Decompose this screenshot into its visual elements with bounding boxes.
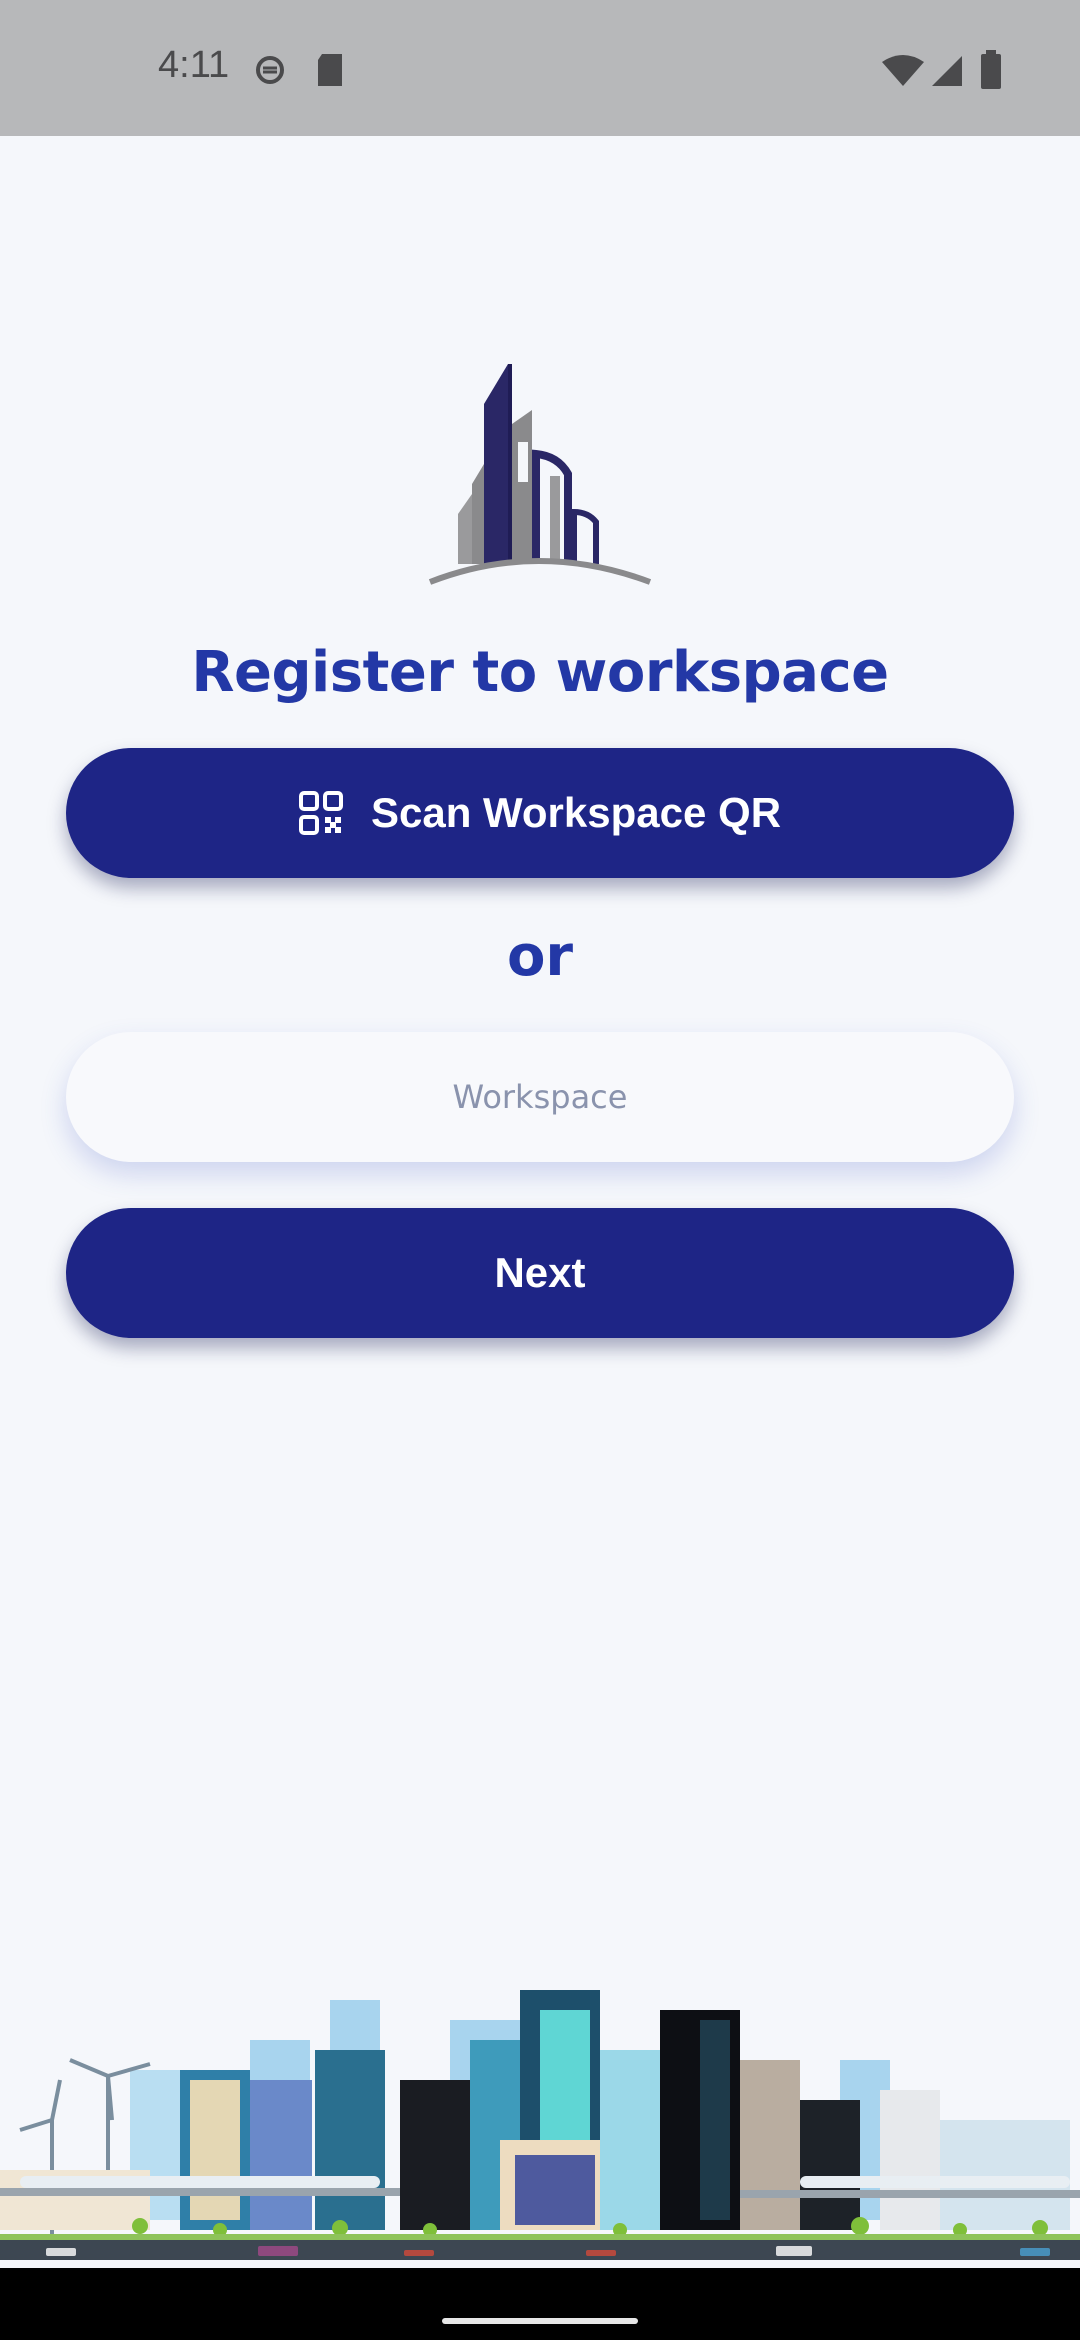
sd-card-icon (318, 54, 342, 86)
signal-icon (932, 56, 962, 86)
status-bar: 4:11 (0, 0, 1080, 136)
workspace-input[interactable] (111, 1077, 969, 1117)
sync-icon (256, 56, 284, 84)
workspace-field[interactable] (66, 1032, 1014, 1162)
city-skyline-illustration (0, 1990, 1080, 2260)
scan-workspace-qr-button[interactable]: Scan Workspace QR (66, 748, 1014, 878)
home-gesture-handle[interactable] (442, 2318, 638, 2324)
scan-button-label: Scan Workspace QR (370, 789, 782, 836)
qr-code-icon (298, 791, 343, 835)
wifi-icon (882, 55, 924, 86)
status-time: 4:11 (158, 44, 230, 86)
navigation-bar (0, 2268, 1080, 2340)
app-logo (428, 364, 652, 585)
next-button-label: Next (494, 1249, 586, 1296)
page-title: Register to workspace (191, 640, 889, 705)
next-button[interactable]: Next (66, 1208, 1014, 1338)
or-separator: or (506, 924, 574, 989)
battery-icon (981, 50, 1001, 89)
